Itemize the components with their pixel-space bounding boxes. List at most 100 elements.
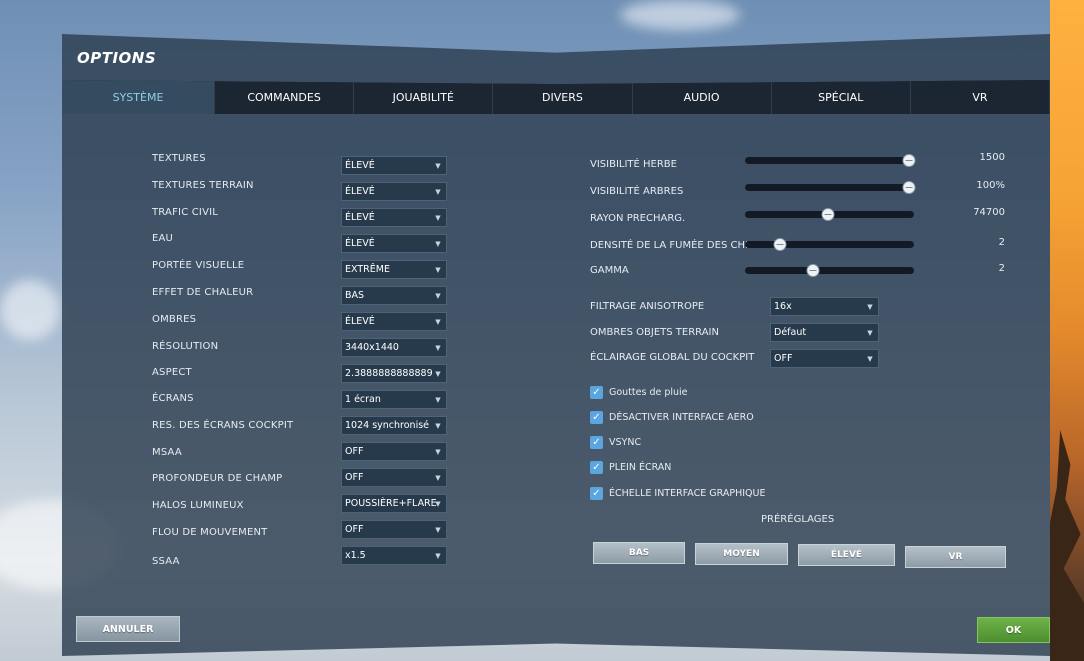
chevron-down-icon: ▼ xyxy=(435,473,441,482)
tab-systeme[interactable]: SYSTÈME xyxy=(62,80,215,114)
dropdown-value: Défaut xyxy=(774,327,807,338)
tab-special[interactable]: SPÉCIAL xyxy=(771,80,911,114)
slider-value: 2 xyxy=(998,263,1005,274)
setting-label: PROFONDEUR DE CHAMP xyxy=(152,473,283,484)
slider-value: 2 xyxy=(998,237,1005,248)
slider-track[interactable] xyxy=(745,264,914,277)
checkbox-row[interactable]: ✓ VSYNC xyxy=(590,436,641,449)
checkmark-icon[interactable]: ✓ xyxy=(590,386,603,399)
checkbox-row[interactable]: ✓ Gouttes de pluie xyxy=(590,386,688,399)
setting-label: RÉSOLUTION xyxy=(152,341,219,352)
setting-label: TEXTURES TERRAIN xyxy=(152,180,254,191)
setting-label: ÉCRANS xyxy=(152,393,194,404)
checkmark-icon[interactable]: ✓ xyxy=(590,411,603,424)
slider-track[interactable] xyxy=(745,208,914,221)
slider-track[interactable] xyxy=(745,238,914,251)
checkmark-icon[interactable]: ✓ xyxy=(590,487,603,500)
dropdown-value: ÉLEVÉ xyxy=(345,212,375,223)
tab-commandes[interactable]: COMMANDES xyxy=(214,80,355,114)
setting-label: TRAFIC CIVIL xyxy=(152,207,219,218)
checkbox-label: VSYNC xyxy=(609,437,642,448)
checkbox-row[interactable]: ✓ DÉSACTIVER INTERFACE AERO xyxy=(590,411,754,424)
tab-divers[interactable]: DIVERS xyxy=(493,80,633,114)
dropdown-value: BAS xyxy=(345,290,365,301)
preset-moyen-button[interactable]: MOYEN xyxy=(695,543,788,565)
chevron-down-icon: ▼ xyxy=(435,551,441,560)
dropdown-value: 1024 synchronisé xyxy=(345,420,429,431)
setting-dropdown[interactable]: x1.5 ▼ xyxy=(341,546,447,565)
slider-handle[interactable] xyxy=(806,264,820,277)
setting-dropdown[interactable]: ÉLEVÉ ▼ xyxy=(341,208,447,227)
setting-label: TEXTURES xyxy=(152,153,206,164)
checkbox-row[interactable]: ✓ ÉCHELLE INTERFACE GRAPHIQUE xyxy=(590,487,765,500)
setting-dropdown[interactable]: OFF ▼ xyxy=(770,349,879,368)
preset-vr-button[interactable]: VR xyxy=(905,546,1006,568)
slider-label: GAMMA xyxy=(590,265,629,276)
cloud-decoration xyxy=(620,0,740,30)
setting-dropdown[interactable]: 16x ▼ xyxy=(770,297,879,316)
chevron-down-icon: ▼ xyxy=(435,213,441,222)
setting-label: EFFET DE CHALEUR xyxy=(152,287,254,298)
setting-dropdown[interactable]: 2.3888888888889 ▼ xyxy=(341,364,447,383)
chevron-down-icon: ▼ xyxy=(867,302,873,311)
dropdown-value: 3440x1440 xyxy=(345,342,399,353)
slider-track[interactable] xyxy=(745,181,916,194)
slider-value: 74700 xyxy=(973,207,1005,218)
checkbox-row[interactable]: ✓ PLEIN ÉCRAN xyxy=(590,461,671,474)
ok-button[interactable]: OK xyxy=(977,617,1050,643)
chevron-down-icon: ▼ xyxy=(435,161,441,170)
dropdown-value: OFF xyxy=(345,524,364,535)
setting-dropdown[interactable]: EXTRÊME ▼ xyxy=(341,260,447,279)
setting-label: OMBRES xyxy=(152,314,197,325)
setting-dropdown[interactable]: OFF ▼ xyxy=(341,442,447,461)
setting-dropdown[interactable]: 1 écran ▼ xyxy=(341,390,447,409)
slider-handle[interactable] xyxy=(902,154,916,167)
chevron-down-icon: ▼ xyxy=(435,525,441,534)
checkbox-label: PLEIN ÉCRAN xyxy=(609,462,672,473)
setting-dropdown[interactable]: ÉLEVÉ ▼ xyxy=(341,312,447,331)
setting-dropdown[interactable]: 1024 synchronisé ▼ xyxy=(341,416,447,435)
setting-dropdown[interactable]: Défaut ▼ xyxy=(770,323,879,342)
slider-value: 1500 xyxy=(979,152,1005,163)
tab-jouabilite[interactable]: JOUABILITÉ xyxy=(354,80,494,114)
setting-label: EAU xyxy=(152,233,174,244)
tab-vr[interactable]: VR xyxy=(910,80,1050,114)
preset-eleve-button[interactable]: ÉLEVÉ xyxy=(798,544,895,566)
tab-audio[interactable]: AUDIO xyxy=(632,80,772,114)
setting-dropdown[interactable]: 3440x1440 ▼ xyxy=(341,338,447,357)
chevron-down-icon: ▼ xyxy=(435,395,441,404)
slider-handle[interactable] xyxy=(773,238,787,251)
chevron-down-icon: ▼ xyxy=(435,187,441,196)
dropdown-value: ÉLEVÉ xyxy=(345,160,375,171)
checkmark-icon[interactable]: ✓ xyxy=(590,436,603,449)
slider-label: VISIBILITÉ ARBRES xyxy=(590,186,684,197)
setting-label: PORTÉE VISUELLE xyxy=(152,260,245,271)
checkbox-label: DÉSACTIVER INTERFACE AERO xyxy=(609,412,754,423)
setting-dropdown[interactable]: POUSSIÈRE+FLARE ▼ xyxy=(341,494,447,513)
chevron-down-icon: ▼ xyxy=(435,291,441,300)
slider-handle[interactable] xyxy=(821,208,835,221)
preset-bas-button[interactable]: BAS xyxy=(593,542,685,564)
slider-track[interactable] xyxy=(745,154,916,167)
setting-label: ASPECT xyxy=(152,367,192,378)
setting-dropdown[interactable]: ÉLEVÉ ▼ xyxy=(341,182,447,201)
setting-dropdown[interactable]: BAS ▼ xyxy=(341,286,447,305)
dropdown-value: EXTRÊME xyxy=(345,264,390,275)
setting-dropdown[interactable]: ÉLEVÉ ▼ xyxy=(341,156,447,175)
slider-handle[interactable] xyxy=(902,181,916,194)
checkmark-icon[interactable]: ✓ xyxy=(590,461,603,474)
chevron-down-icon: ▼ xyxy=(867,328,873,337)
chevron-down-icon: ▼ xyxy=(435,343,441,352)
setting-dropdown[interactable]: ÉLEVÉ ▼ xyxy=(341,234,447,253)
dropdown-value: 1 écran xyxy=(345,394,381,405)
setting-dropdown[interactable]: OFF ▼ xyxy=(341,468,447,487)
slider-label: VISIBILITÉ HERBE xyxy=(590,159,677,170)
cancel-button[interactable]: ANNULER xyxy=(76,616,180,642)
setting-label: MSAA xyxy=(152,447,182,458)
setting-label: OMBRES OBJETS TERRAIN xyxy=(590,327,719,338)
cloud-decoration xyxy=(0,280,60,340)
chevron-down-icon: ▼ xyxy=(435,369,441,378)
setting-dropdown[interactable]: OFF ▼ xyxy=(341,520,447,539)
checkbox-label: Gouttes de pluie xyxy=(609,387,688,398)
chevron-down-icon: ▼ xyxy=(867,354,873,363)
